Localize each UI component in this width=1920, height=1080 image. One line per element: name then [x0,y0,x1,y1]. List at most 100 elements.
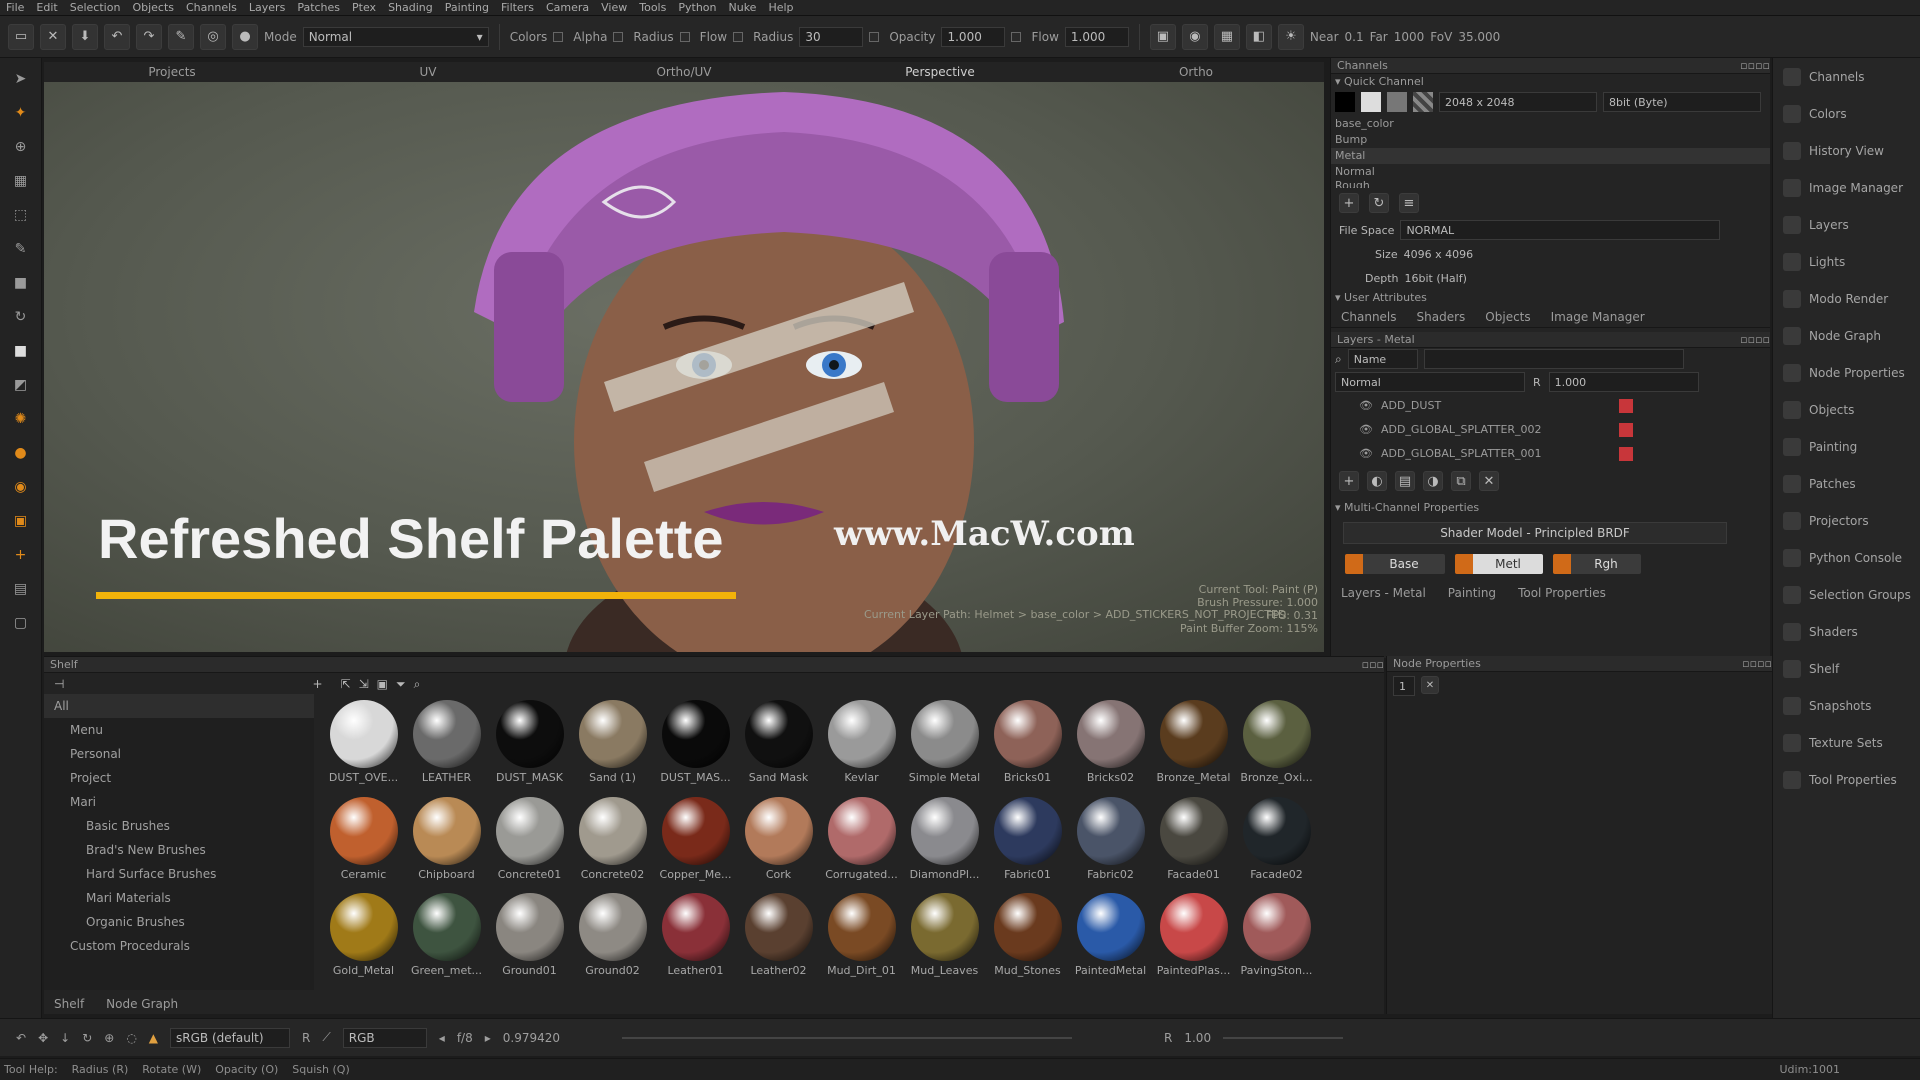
panel-controls-icon[interactable]: ▫▫▫▫ [1740,332,1770,347]
shelf-item[interactable]: PaintedMetal [1069,891,1152,984]
dock-item-objects[interactable]: Objects [1773,391,1920,428]
tree-item[interactable]: Organic Brushes [44,910,314,934]
dock-item-painting[interactable]: Painting [1773,428,1920,465]
dock-item-layers[interactable]: Layers [1773,206,1920,243]
shelf-item[interactable]: Mud_Leaves [903,891,986,984]
menu-item-objects[interactable]: Objects [132,1,174,14]
shelf-item[interactable]: Ground02 [571,891,654,984]
undo-icon[interactable]: ↶ [16,1031,26,1045]
menu-item-painting[interactable]: Painting [445,1,489,14]
black-swatch[interactable] [1335,92,1355,112]
resolution-select[interactable]: 2048 x 2048 [1439,92,1597,112]
shelf-item[interactable]: Chipboard [405,795,488,888]
refresh-channel-icon[interactable]: ↻ [1369,193,1389,213]
shelf-item[interactable]: Concrete01 [488,795,571,888]
tab-shaders[interactable]: Shaders [1417,310,1466,324]
shelf-item[interactable]: DUST_MAS... [654,698,737,791]
tab-layers-metal[interactable]: Layers - Metal [1341,586,1426,600]
layer-opacity-field[interactable]: 1.000 [1548,372,1699,392]
prev-icon[interactable]: ◂ [439,1031,445,1045]
menu-item-tools[interactable]: Tools [639,1,666,14]
target-icon[interactable]: ◎ [200,23,226,50]
transform-icon[interactable]: ⊕ [10,136,32,158]
shelf-item[interactable]: Bronze_Oxi... [1235,698,1318,791]
shelf-item[interactable]: Facade01 [1152,795,1235,888]
node-count-field[interactable]: 1 [1393,676,1415,696]
shelf-item[interactable]: Concrete02 [571,795,654,888]
tree-item[interactable]: Project [44,766,314,790]
add-shelf-icon[interactable]: + [312,677,322,691]
eye-icon[interactable]: 👁 [1359,442,1373,466]
dock-item-node-properties[interactable]: Node Properties [1773,354,1920,391]
dock-item-shelf[interactable]: Shelf [1773,650,1920,687]
quick-channel-header[interactable]: ▾ Quick Channel [1331,74,1770,90]
shelf-item[interactable]: Fabric01 [986,795,1069,888]
close-file-icon[interactable]: ✕ [40,23,66,50]
search-input[interactable] [1423,349,1684,369]
shader-model-label[interactable]: Shader Model - Principled BRDF [1343,522,1727,544]
flow-value-checkbox[interactable] [1011,31,1022,42]
tree-item[interactable]: Mari [44,790,314,814]
far-value[interactable]: 1000 [1394,30,1425,44]
fov-value[interactable]: 35.000 [1458,30,1500,44]
adjustment-icon[interactable]: ◐ [1367,471,1387,491]
table-row[interactable]: 👁 ADD_GLOBAL_SPLATTER_002 [1331,418,1770,442]
menu-item-selection[interactable]: Selection [70,1,121,14]
shelf-item[interactable]: PaintedPlas... [1152,891,1235,984]
dock-item-shaders[interactable]: Shaders [1773,613,1920,650]
dock-item-node-graph[interactable]: Node Graph [1773,317,1920,354]
list-item[interactable]: Bump [1331,132,1770,148]
white-swatch-icon[interactable]: ■ [10,340,32,362]
save-icon[interactable]: ⬇ [72,23,98,50]
shelf-item[interactable]: Ground01 [488,891,571,984]
dock-item-lights[interactable]: Lights [1773,243,1920,280]
color-wheel-icon[interactable]: ▲ [149,1031,158,1045]
shelf-item[interactable]: Kevlar [820,698,903,791]
move-icon[interactable]: ✥ [38,1031,48,1045]
shelf-item[interactable]: DUST_MASK [488,698,571,791]
dock-item-texture-sets[interactable]: Texture Sets [1773,724,1920,761]
shelf-item[interactable]: LEATHER [405,698,488,791]
pointer-icon[interactable]: ➤ [10,68,32,90]
shelf-item[interactable]: Ceramic [322,795,405,888]
list-channel-icon[interactable]: ≡ [1399,193,1419,213]
tab-shelf[interactable]: Shelf [54,997,84,1011]
shelf-item[interactable]: Sand Mask [737,698,820,791]
checker-swatch[interactable] [1413,92,1433,112]
group-icon[interactable]: ▤ [1395,471,1415,491]
colorspace-select[interactable]: sRGB (default) [170,1027,291,1048]
eye-icon[interactable]: 👁 [1359,418,1373,442]
dock-item-projectors[interactable]: Projectors [1773,502,1920,539]
white-swatch[interactable] [1361,92,1381,112]
new-file-icon[interactable]: ▭ [8,23,34,50]
grid-tool-icon[interactable]: ▦ [10,170,32,192]
flow-field[interactable]: 1.000 [1064,26,1129,47]
filter-icon[interactable]: ⏷ [396,677,406,692]
frame-icon[interactable]: ▣ [10,510,32,532]
undo-icon[interactable]: ↶ [104,23,130,50]
plus-icon[interactable]: + [10,544,32,566]
down-arrow-icon[interactable]: ↓ [60,1031,70,1045]
add-channel-icon[interactable]: + [1339,193,1359,213]
shelf-item[interactable]: Bronze_Metal [1152,698,1235,791]
menu-item-channels[interactable]: Channels [186,1,237,14]
brush-icon[interactable]: ✎ [168,23,194,50]
rotate-icon[interactable]: ↻ [82,1031,92,1045]
radius-checkbox[interactable] [613,31,624,42]
mcp-header[interactable]: ▾ Multi-Channel Properties [1331,500,1770,516]
shelf-item[interactable]: Leather01 [654,891,737,984]
sphere-tool-icon[interactable]: ● [10,442,32,464]
mode-select[interactable]: Normal ▾ [302,26,489,47]
metal-button[interactable]: Metl [1455,554,1543,574]
gain-value[interactable]: 1.00 [1184,1031,1211,1045]
tab-channels[interactable]: Channels [1341,310,1397,324]
gain-slider[interactable] [1223,1036,1344,1039]
blend-mode-select[interactable]: Normal [1335,372,1525,392]
radius-field[interactable]: 30 [799,26,864,47]
filter-select[interactable]: Name [1347,349,1418,369]
tab-tool-properties[interactable]: Tool Properties [1518,586,1606,600]
layers-icon[interactable]: ▤ [10,578,32,600]
shelf-item[interactable]: Fabric02 [1069,795,1152,888]
channel-select[interactable]: RGB [342,1027,427,1048]
shelf-item[interactable]: Copper_Me... [654,795,737,888]
